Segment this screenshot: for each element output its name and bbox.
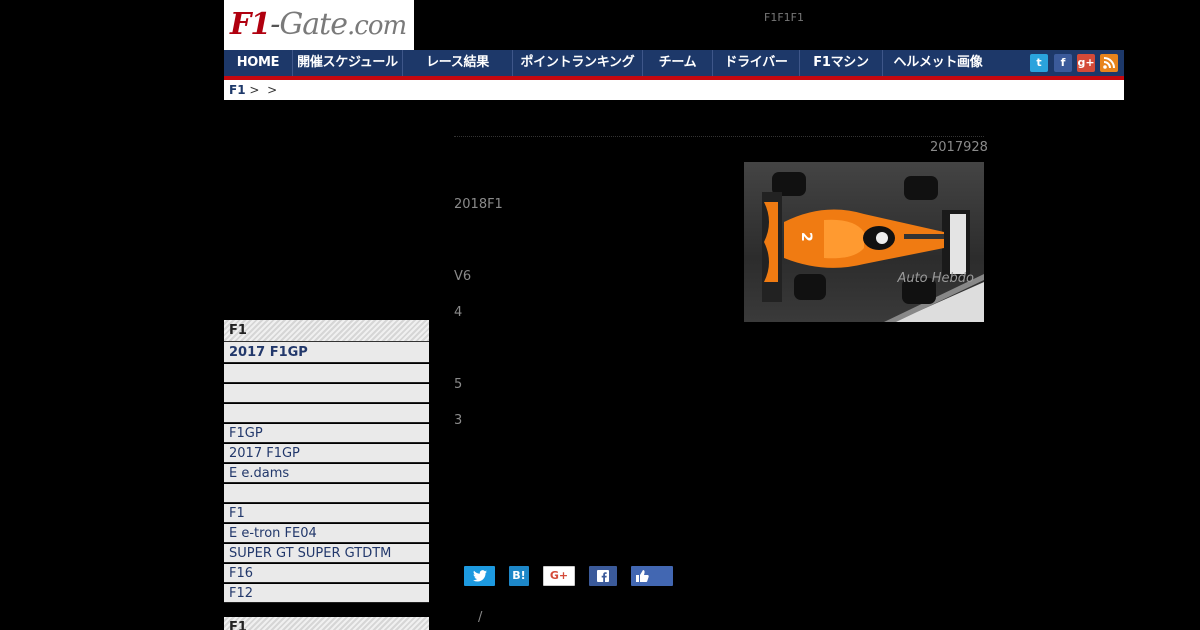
breadcrumb-home[interactable]: F1 xyxy=(229,83,246,97)
site-tagline: F1F1F1 xyxy=(764,11,804,24)
share-twitter-button[interactable] xyxy=(464,566,495,586)
breadcrumb-separator: > xyxy=(249,83,260,97)
nav-schedule[interactable]: 開催スケジュール xyxy=(293,50,403,76)
facebook-icon xyxy=(597,570,609,582)
article-photo: 2 Auto Hebdo xyxy=(744,162,984,322)
sidebar-item[interactable]: F1 xyxy=(224,504,429,523)
facebook-icon[interactable]: f xyxy=(1054,54,1072,72)
article-paragraph: 2018F1 xyxy=(454,197,503,212)
nav-teams[interactable]: チーム xyxy=(643,50,713,76)
nav-results[interactable]: レース結果 xyxy=(403,50,513,76)
twitter-icon[interactable]: t xyxy=(1030,54,1048,72)
sidebar-item[interactable]: F12 xyxy=(224,584,429,603)
share-like-button[interactable] xyxy=(631,566,673,586)
svg-text:2: 2 xyxy=(798,232,814,242)
site-logo[interactable]: F1-Gate.com xyxy=(224,0,414,50)
article-paragraph: 3 xyxy=(454,413,463,428)
sidebar-item[interactable] xyxy=(224,404,429,423)
sidebar-item[interactable]: E e.dams xyxy=(224,464,429,483)
sidebar-item[interactable]: F16 xyxy=(224,564,429,583)
nav-machines[interactable]: F1マシン xyxy=(800,50,883,76)
rss-icon[interactable] xyxy=(1100,54,1118,72)
sidebar-heading: F1 xyxy=(224,320,429,342)
thumbs-up-icon xyxy=(636,570,649,582)
sidebar-item[interactable]: E e-tron FE04 xyxy=(224,524,429,543)
sidebar-category-box: F1 2017 F1GP F1GP 2017 F1GP E e.dams F1 … xyxy=(224,320,429,604)
share-facebook-button[interactable] xyxy=(589,566,617,586)
nav-ranking[interactable]: ポイントランキング xyxy=(513,50,643,76)
breadcrumb-separator: > xyxy=(267,83,278,97)
breadcrumb: F1 > > xyxy=(224,80,1124,100)
article-divider xyxy=(454,136,984,137)
sidebar-item[interactable] xyxy=(224,384,429,403)
nav-drivers[interactable]: ドライバー xyxy=(713,50,800,76)
f1-car-illustration: 2 xyxy=(762,172,984,322)
article-paragraph: 5 xyxy=(454,377,463,392)
sidebar-item[interactable]: F1GP xyxy=(224,424,429,443)
nav-helmets[interactable]: ヘルメット画像 xyxy=(883,50,993,76)
sidebar-heading: F1 xyxy=(224,617,429,630)
article-paragraph: V6 xyxy=(454,269,472,284)
share-hatena-button[interactable]: B! xyxy=(509,566,529,586)
google-plus-icon[interactable]: g+ xyxy=(1077,54,1095,72)
article-footer-slash: / xyxy=(478,610,483,625)
article-date: 2017928 xyxy=(930,140,988,155)
main-nav: HOME 開催スケジュール レース結果 ポイントランキング チーム ドライバー … xyxy=(224,50,1124,80)
nav-home[interactable]: HOME xyxy=(224,50,293,76)
sidebar-item[interactable]: SUPER GT SUPER GTDTM xyxy=(224,544,429,563)
sidebar-second-box: F1 xyxy=(224,617,429,630)
sidebar-item[interactable] xyxy=(224,484,429,503)
article-paragraph: 4 xyxy=(454,305,463,320)
twitter-icon xyxy=(472,570,487,582)
sidebar-item[interactable]: 2017 F1GP xyxy=(224,444,429,463)
share-google-plus-button[interactable]: G+ xyxy=(543,566,575,586)
sidebar-item[interactable] xyxy=(224,364,429,383)
photo-credit: Auto Hebdo xyxy=(897,271,974,286)
sidebar-item-featured[interactable]: 2017 F1GP xyxy=(224,342,429,363)
